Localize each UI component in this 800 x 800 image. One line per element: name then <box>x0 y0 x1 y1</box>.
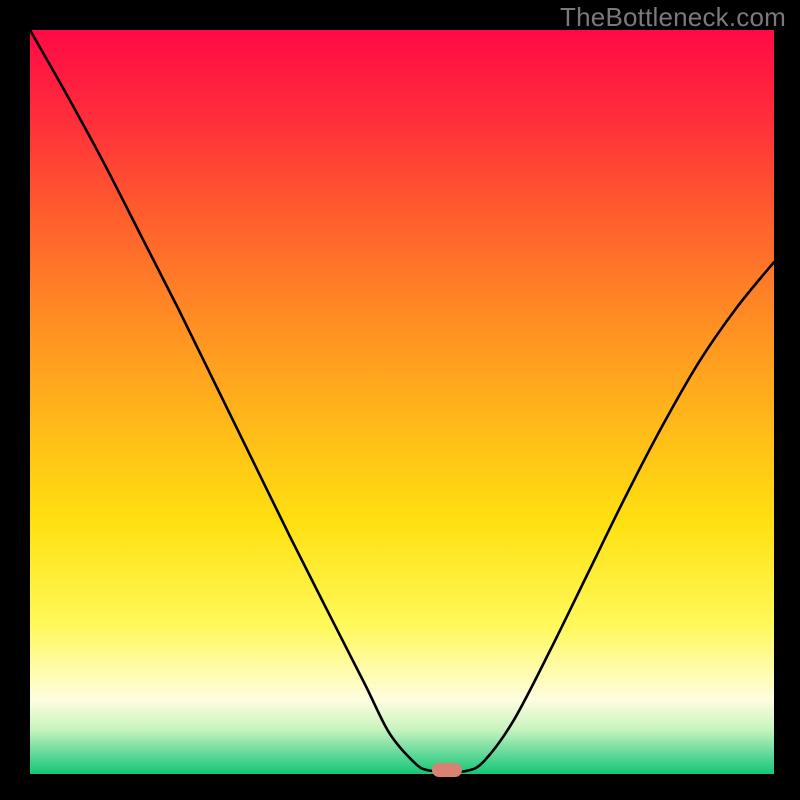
curve-layer <box>30 30 774 774</box>
plot-area <box>30 30 774 774</box>
watermark-text: TheBottleneck.com <box>560 2 786 33</box>
optimal-point-marker <box>432 763 462 777</box>
bottleneck-curve <box>30 30 774 772</box>
chart-frame: TheBottleneck.com <box>0 0 800 800</box>
